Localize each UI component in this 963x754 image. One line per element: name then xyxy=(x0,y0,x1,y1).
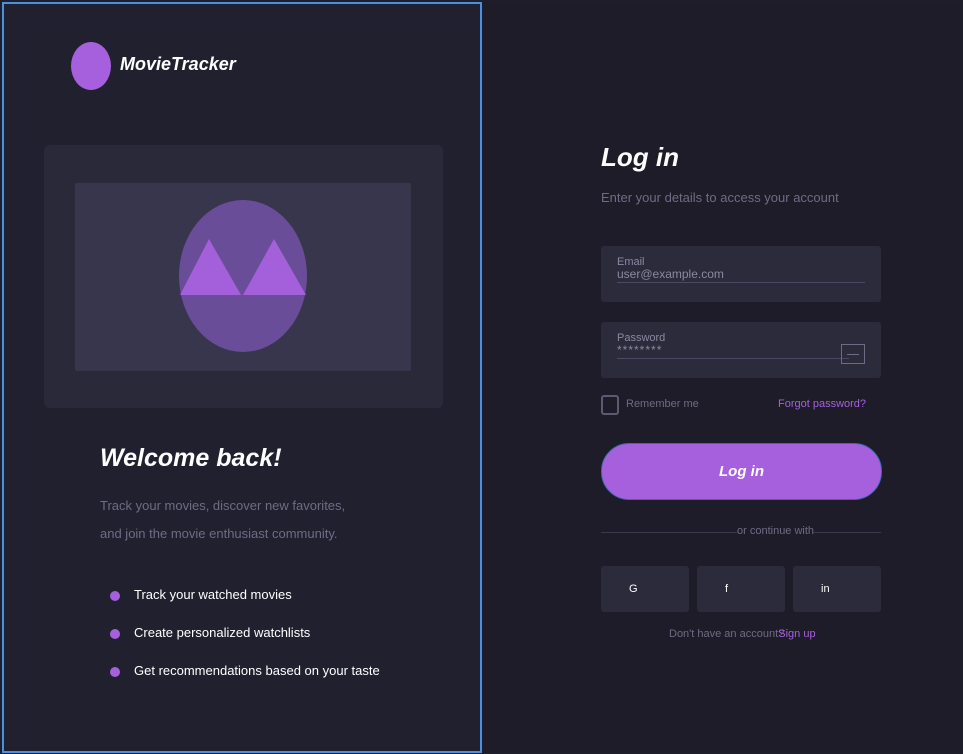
welcome-title: Welcome back! xyxy=(100,444,282,472)
signup-prompt-text: Don't have an account? xyxy=(669,628,785,640)
signup-prompt: Don't have an account?Sign up xyxy=(669,628,816,640)
bullet-dot-icon xyxy=(110,667,120,677)
google-login-button[interactable]: G xyxy=(601,566,689,612)
email-input[interactable] xyxy=(617,265,865,283)
mountain-image-placeholder-icon xyxy=(179,200,307,352)
login-subtitle: Enter your details to access your accoun… xyxy=(601,190,839,205)
logo-circle-icon xyxy=(71,42,111,90)
feature-text: Get recommendations based on your taste xyxy=(134,662,380,678)
password-input[interactable] xyxy=(617,341,849,359)
remember-me-label[interactable]: Remember me xyxy=(626,398,699,410)
feature-text: Track your watched movies xyxy=(134,586,292,602)
welcome-description-line-2: and join the movie enthusiast community. xyxy=(100,526,338,541)
email-field: Email xyxy=(601,246,881,302)
remember-me-checkbox[interactable] xyxy=(601,395,619,415)
divider-text: or continue with xyxy=(737,525,815,537)
signup-link[interactable]: Sign up xyxy=(778,628,815,640)
password-field: Password xyxy=(601,322,881,378)
welcome-description-line-1: Track your movies, discover new favorite… xyxy=(100,498,346,513)
feature-list: Track your watched movies Create persona… xyxy=(110,575,380,689)
brand-name: MovieTracker xyxy=(120,54,236,74)
feature-text: Create personalized watchlists xyxy=(134,624,311,640)
forgot-password-link[interactable]: Forgot password? xyxy=(778,398,866,410)
login-title: Log in xyxy=(601,142,679,172)
bullet-dot-icon xyxy=(110,591,120,601)
welcome-description: Track your movies, discover new favorite… xyxy=(100,492,400,548)
feature-item: Track your watched movies xyxy=(110,575,380,613)
hero-image-frame xyxy=(75,183,411,371)
welcome-panel: MovieTracker Welcome back! Track your mo… xyxy=(2,2,482,753)
linkedin-login-button[interactable]: in xyxy=(793,566,881,612)
feature-item: Get recommendations based on your taste xyxy=(110,651,380,689)
feature-item: Create personalized watchlists xyxy=(110,613,380,651)
toggle-password-visibility-icon[interactable] xyxy=(841,344,865,364)
hero-card xyxy=(44,145,443,408)
login-button[interactable]: Log in xyxy=(601,443,882,500)
facebook-login-button[interactable]: f xyxy=(697,566,785,612)
bullet-dot-icon xyxy=(110,629,120,639)
login-panel: Log in Enter your details to access your… xyxy=(483,2,961,753)
